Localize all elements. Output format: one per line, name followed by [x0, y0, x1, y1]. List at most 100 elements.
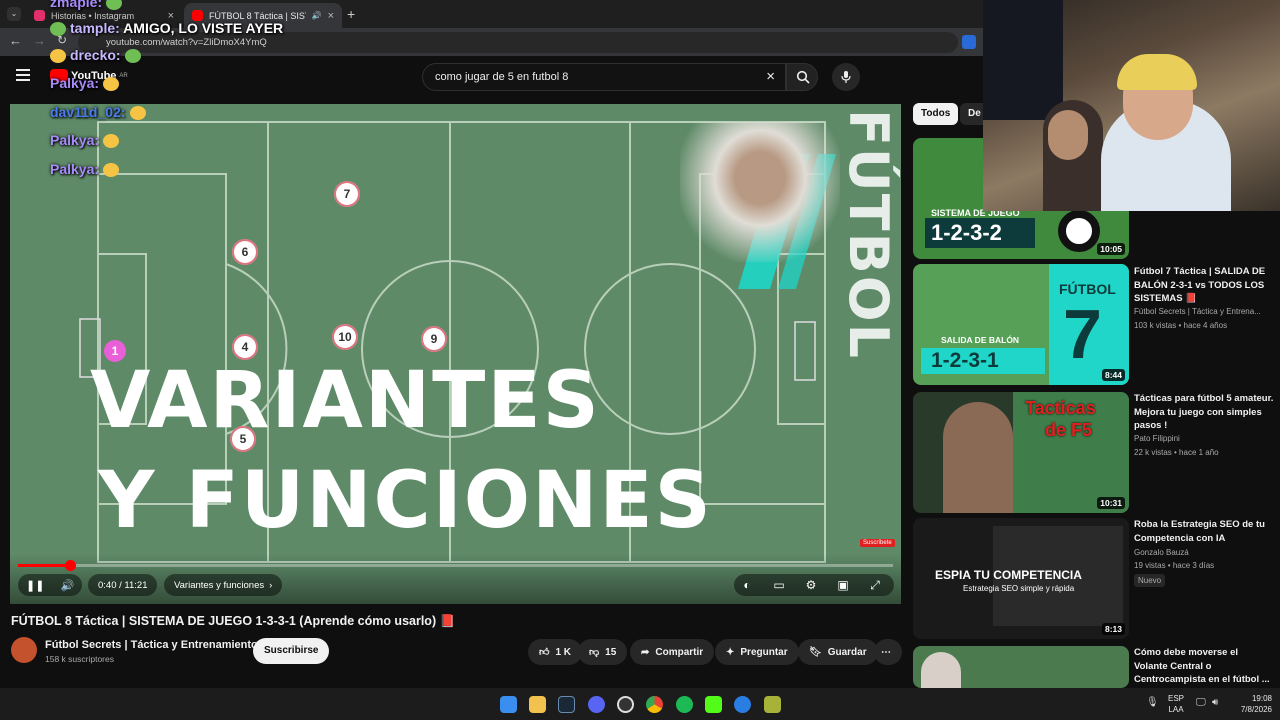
- thumb-label: Tacticas: [1025, 398, 1096, 418]
- chat-username: drecko:: [70, 47, 121, 63]
- pepe-emote-icon: [124, 49, 141, 64]
- share-button[interactable]: ➦ Compartir: [630, 639, 715, 665]
- clock[interactable]: 19:08 7/8/2026: [1232, 693, 1272, 715]
- duration-badge: 8:13: [1101, 623, 1125, 635]
- search-input[interactable]: como jugar de 5 en futbol 8 ×: [422, 63, 786, 91]
- time-display: 0:40 / 11:21: [88, 574, 158, 596]
- volume-tray-icon[interactable]: 🔊︎: [1212, 697, 1218, 708]
- rec-meta: 22 k vistas • hace 1 año: [1134, 448, 1219, 457]
- subscribe-overlay[interactable]: Suscríbete: [860, 539, 895, 547]
- emote-icon: [106, 0, 123, 11]
- rec-thumbnail[interactable]: FÚTBOL 7 SALIDA DE BALÓN 1-2-3-1 8:44: [913, 264, 1129, 385]
- player-marker-6: 6: [232, 239, 258, 265]
- webcam-beanie: [1117, 54, 1197, 90]
- clear-search-icon[interactable]: ×: [766, 68, 775, 85]
- webcam-person-head: [1048, 110, 1088, 160]
- channel-name[interactable]: Fútbol Secrets | Táctica y Entrenamiento: [45, 639, 258, 651]
- chat-line: Palkya:: [50, 161, 120, 178]
- voice-search-button[interactable]: [832, 63, 860, 91]
- new-tab-button[interactable]: +: [347, 6, 355, 22]
- lang-layout: LAA: [1168, 705, 1184, 714]
- game-icon[interactable]: [764, 696, 781, 713]
- rec-title[interactable]: Fútbol 7 Táctica | SALIDA DE BALÓN 2-3-1…: [1134, 265, 1274, 306]
- chrome-icon[interactable]: [646, 696, 663, 713]
- tab-title: FÚTBOL 8 Táctica | SISTEMA: [209, 10, 306, 21]
- fullscreen-icon[interactable]: ⤢: [866, 576, 884, 594]
- time-text: 0:40 / 11:21: [98, 579, 148, 591]
- spotify-icon[interactable]: [676, 696, 693, 713]
- miniplayer-icon[interactable]: ▣: [834, 576, 852, 594]
- progress-fill: [18, 564, 70, 567]
- language-indicator[interactable]: ESP LAA: [1168, 693, 1184, 715]
- rec-thumbnail[interactable]: Tacticas de F5 10:31: [913, 392, 1129, 513]
- more-actions-button[interactable]: ⋯: [874, 639, 902, 665]
- close-tab-icon[interactable]: ×: [328, 10, 334, 22]
- bookmark-icon: 🔖︎: [809, 646, 822, 658]
- rec-channel[interactable]: Gonzalo Bauzá: [1134, 548, 1274, 557]
- network-icon[interactable]: 🖵︎: [1196, 697, 1206, 708]
- volume-icon[interactable]: 🔊: [60, 579, 74, 592]
- like-button[interactable]: 👍︎ 1 K: [528, 639, 583, 665]
- video-title: FÚTBOL 8 Táctica | SISTEMA DE JUEGO 1-3-…: [11, 614, 456, 628]
- rec-title[interactable]: Cómo debe moverse el Volante Central o C…: [1134, 646, 1274, 687]
- dislike-button[interactable]: 👎︎ 15: [578, 639, 628, 665]
- menu-icon[interactable]: [16, 69, 30, 81]
- rec-title[interactable]: Tácticas para fútbol 5 amateur. Mejora t…: [1134, 392, 1274, 433]
- save-button[interactable]: 🔖︎ Guardar: [798, 639, 878, 665]
- thumb-sublabel: Estrategia SEO simple y rápida: [963, 584, 1075, 593]
- mic-tray-icon[interactable]: 🎙︎: [1146, 697, 1159, 708]
- chat-username: Palkya:: [50, 161, 100, 177]
- chat-username: tample:: [70, 20, 120, 36]
- share-label: Compartir: [655, 646, 704, 658]
- discord-icon[interactable]: [588, 696, 605, 713]
- emote-icon: [103, 163, 120, 178]
- tab-list-dropdown-icon[interactable]: ⌄: [7, 7, 21, 21]
- subtitles-icon[interactable]: ▭: [770, 576, 788, 594]
- chapter-button[interactable]: Variantes y funciones ›: [164, 574, 283, 596]
- progress-scrubber[interactable]: [64, 560, 76, 571]
- pause-icon[interactable]: ❚❚: [26, 579, 44, 592]
- windows-start-icon[interactable]: [500, 696, 517, 713]
- ccleaner-icon[interactable]: [734, 696, 751, 713]
- lang-code: ESP: [1168, 694, 1185, 703]
- rec-channel[interactable]: Pato Filippini: [1134, 434, 1274, 443]
- thumb-number: 7: [1063, 295, 1102, 373]
- ask-label: Preguntar: [740, 646, 788, 658]
- play-volume-controls: ❚❚ 🔊: [18, 574, 82, 596]
- video-overlay-line1: VARIANTES: [90, 356, 601, 446]
- chip-all[interactable]: Todos: [913, 103, 959, 125]
- thumb-label: ESPIA TU COMPETENCIA: [935, 568, 1082, 582]
- clock-date: 7/8/2026: [1240, 705, 1272, 714]
- extension-icon[interactable]: [962, 35, 976, 49]
- progress-bar[interactable]: [18, 560, 893, 571]
- settings-icon[interactable]: ⚙: [802, 576, 820, 594]
- chevron-right-icon: ›: [269, 579, 273, 591]
- player-marker-7: 7: [334, 181, 360, 207]
- subscribe-button[interactable]: Suscribirse: [253, 638, 330, 664]
- video-player[interactable]: FÚTBOL FÚTBOL 1 7 6 4 10 9 5 VARIANTES Y…: [10, 104, 901, 604]
- rec-title[interactable]: Roba la Estrategia SEO de tu Competencia…: [1134, 518, 1274, 545]
- chat-message: AMIGO, LO VISTE AYER: [123, 20, 284, 36]
- speaker-icon[interactable]: 🔊: [312, 11, 322, 20]
- rec-thumbnail[interactable]: ESPIA TU COMPETENCIA Estrategia SEO simp…: [913, 518, 1129, 639]
- player-marker-9: 9: [421, 326, 447, 352]
- kick-icon[interactable]: [705, 696, 722, 713]
- ask-button[interactable]: ✦ Preguntar: [715, 639, 799, 665]
- back-icon[interactable]: ←: [9, 33, 22, 48]
- obs-icon[interactable]: [617, 696, 634, 713]
- channel-avatar[interactable]: [11, 637, 37, 663]
- tab-title: Historias • Instagram: [51, 10, 135, 21]
- rec-thumbnail[interactable]: [913, 646, 1129, 688]
- autoplay-toggle-icon[interactable]: ◐: [738, 576, 756, 594]
- chat-line: tample: AMIGO, LO VISTE AYER: [50, 20, 284, 37]
- presenter-video-inset: [680, 122, 840, 262]
- search-button[interactable]: [786, 63, 818, 91]
- thumb-label: de F5: [1045, 420, 1093, 440]
- file-explorer-icon[interactable]: [529, 696, 546, 713]
- chat-username: Palkya:: [50, 132, 100, 148]
- steam-icon[interactable]: [558, 696, 575, 713]
- duration-badge: 10:31: [1097, 497, 1125, 509]
- rec-channel[interactable]: Fútbol Secrets | Táctica y Entrena...: [1134, 307, 1274, 316]
- streamer-webcam: [983, 0, 1280, 211]
- forward-icon[interactable]: →: [33, 33, 46, 48]
